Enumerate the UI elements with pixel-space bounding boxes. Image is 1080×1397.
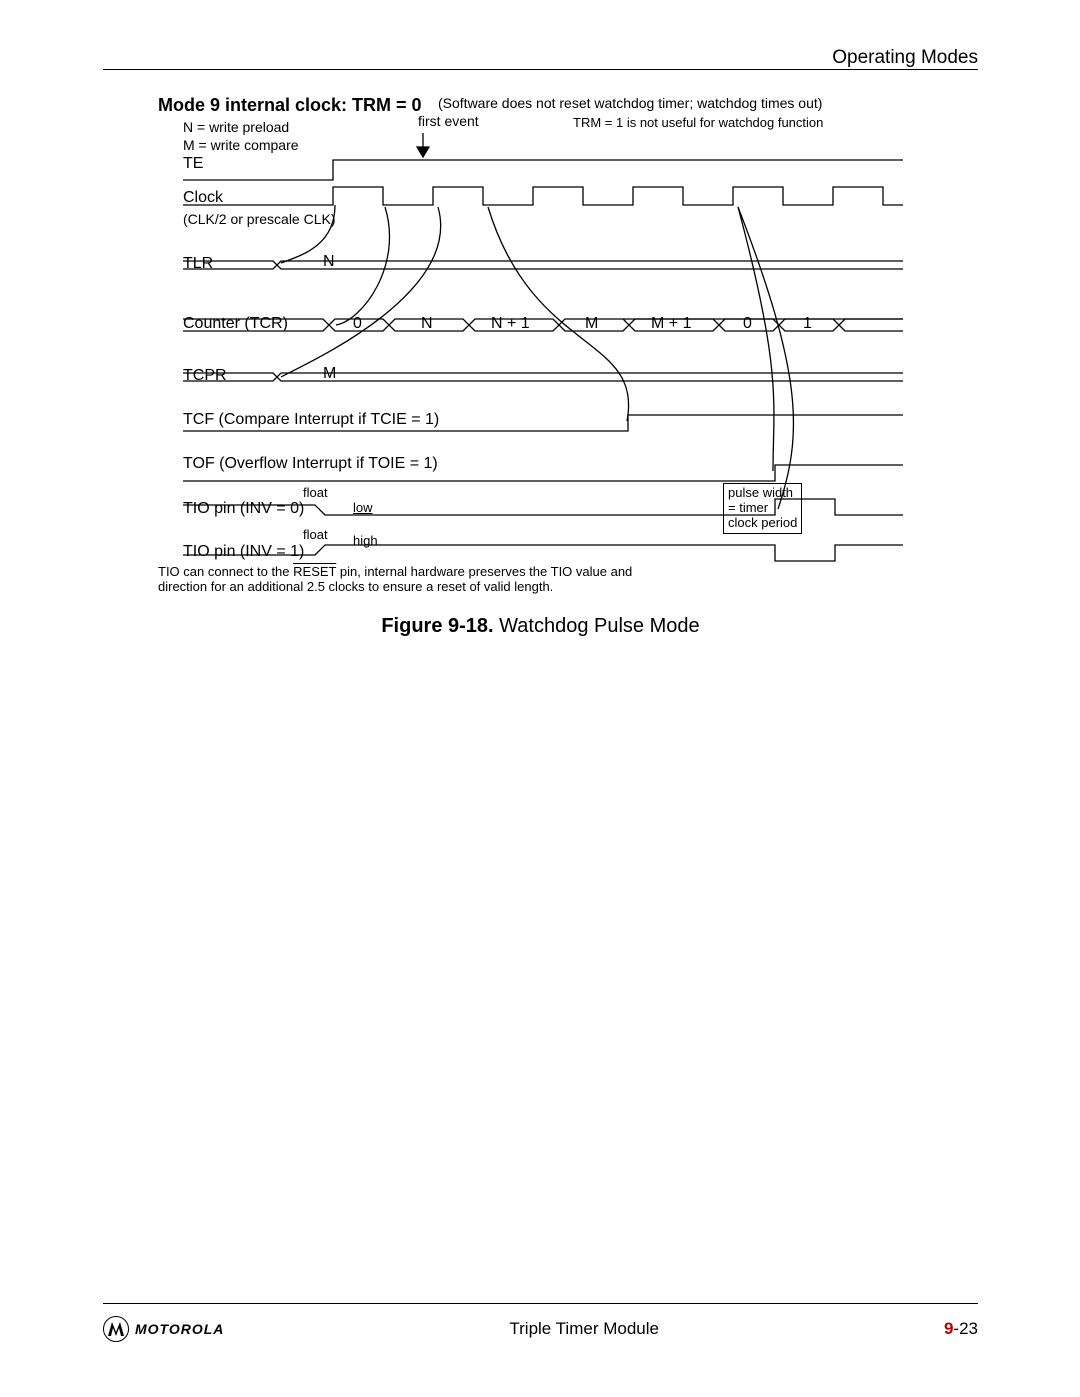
- brand-text: MOTOROLA: [135, 1321, 224, 1337]
- trm-note: TRM = 1 is not useful for watchdog funct…: [573, 115, 823, 130]
- footnote-l2: direction for an additional 2.5 clocks t…: [158, 579, 553, 594]
- footnote-l1-pre: TIO can connect to the: [158, 564, 293, 579]
- pulse-l2: = timer: [728, 501, 797, 516]
- signal-clock-sub: (CLK/2 or prescale CLK): [183, 211, 336, 227]
- tio0-low: low: [353, 500, 373, 515]
- counter-v3: M: [585, 315, 598, 333]
- counter-v0: 0: [353, 315, 362, 333]
- figure-caption: Figure 9-18. Watchdog Pulse Mode: [103, 615, 978, 638]
- tlr-value: N: [323, 253, 335, 271]
- page-no: 23: [959, 1319, 978, 1338]
- mode-title: Mode 9 internal clock: TRM = 0: [158, 95, 422, 116]
- footnote-reset: RESET: [293, 564, 336, 579]
- bottom-rule: [103, 1303, 978, 1304]
- signal-tio0: TIO pin (INV = 0): [183, 500, 304, 518]
- pulse-l3: clock period: [728, 516, 797, 531]
- signal-te: TE: [183, 155, 203, 173]
- caption-title: Watchdog Pulse Mode: [494, 615, 700, 637]
- condition-text: (Software does not reset watchdog timer;…: [438, 95, 822, 111]
- signal-tlr: TLR: [183, 255, 213, 273]
- pulse-l1: pulse width: [728, 486, 797, 501]
- brand-logo: MOTOROLA: [103, 1316, 224, 1342]
- tio0-float: float: [303, 485, 328, 500]
- counter-v4: M + 1: [651, 315, 691, 333]
- signal-tcf: TCF (Compare Interrupt if TCIE = 1): [183, 411, 439, 429]
- diagram-svg: [103, 95, 978, 605]
- signal-tof: TOF (Overflow Interrupt if TOIE = 1): [183, 455, 438, 473]
- tio1-high: high: [353, 533, 378, 548]
- signal-tcpr: TCPR: [183, 367, 227, 385]
- top-rule: [103, 69, 978, 70]
- signal-tio1: TIO pin (INV = 1): [183, 543, 304, 561]
- n-legend: N = write preload: [183, 119, 289, 135]
- motorola-icon: [103, 1316, 129, 1342]
- footnote: TIO can connect to the RESET pin, intern…: [158, 565, 632, 595]
- counter-v5: 0: [743, 315, 752, 333]
- page-chapter: 9: [944, 1319, 953, 1338]
- signal-counter: Counter (TCR): [183, 315, 288, 333]
- timing-diagram: Mode 9 internal clock: TRM = 0 (Software…: [103, 95, 978, 605]
- first-event-label: first event: [418, 113, 479, 129]
- counter-v1: N: [421, 315, 433, 333]
- tio1-float: float: [303, 527, 328, 542]
- page-footer: MOTOROLA Triple Timer Module 9-23: [103, 1303, 978, 1342]
- pulse-width-box: pulse width = timer clock period: [723, 483, 802, 534]
- doc-title: Triple Timer Module: [509, 1319, 659, 1339]
- caption-label: Figure 9-18.: [381, 615, 493, 637]
- signal-clock: Clock: [183, 189, 223, 207]
- counter-v2: N + 1: [491, 315, 530, 333]
- header-section: Operating Modes: [103, 47, 978, 69]
- counter-v6: 1: [803, 315, 812, 333]
- page-number: 9-23: [944, 1319, 978, 1339]
- m-legend: M = write compare: [183, 137, 299, 153]
- tcpr-value: M: [323, 365, 336, 383]
- footnote-l1-post: pin, internal hardware preserves the TIO…: [336, 564, 632, 579]
